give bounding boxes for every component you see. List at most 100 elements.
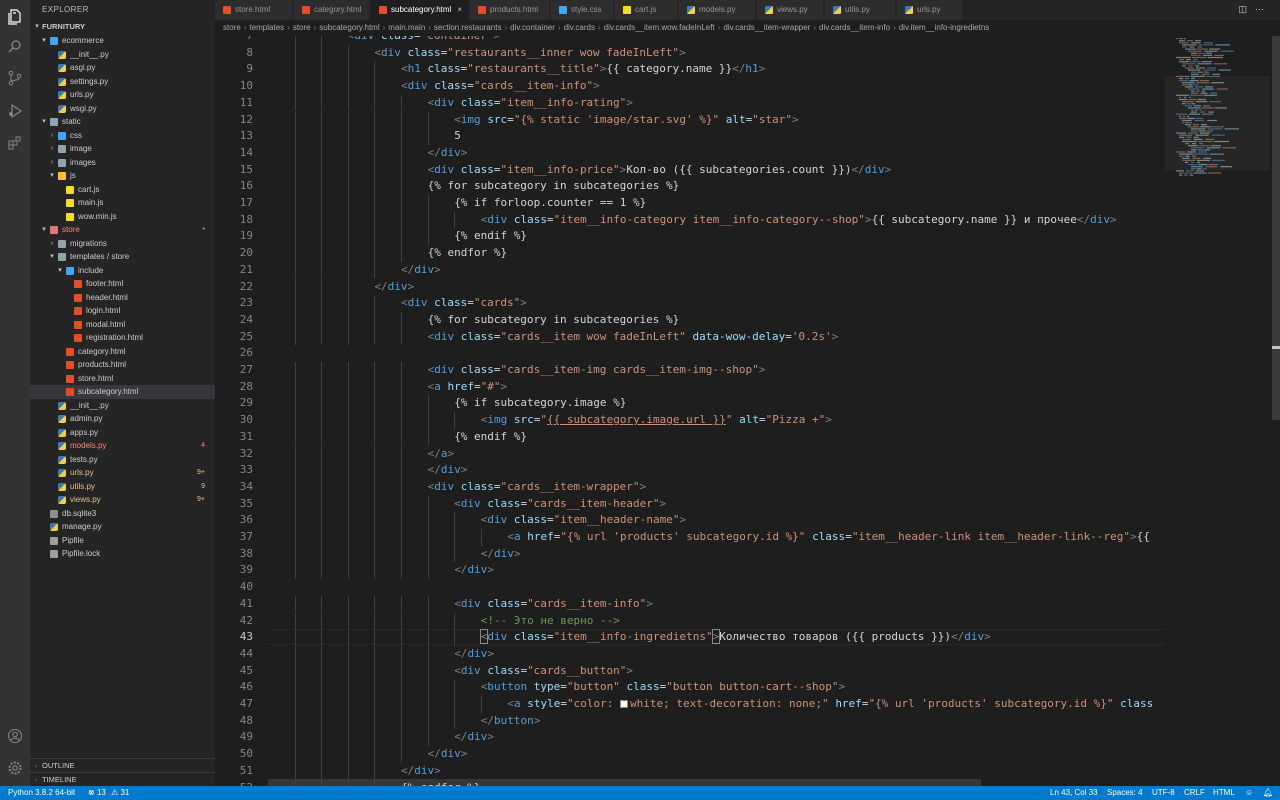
code-line[interactable]: </div> xyxy=(481,547,521,560)
minimap[interactable] xyxy=(1165,36,1270,786)
code-line[interactable]: {% if subcategory.image %} xyxy=(454,396,626,409)
tree-item[interactable]: footer.html xyxy=(30,277,215,291)
breadcrumb-item[interactable]: div.cards__item-info xyxy=(819,23,890,32)
breadcrumb-item[interactable]: section.restaurants xyxy=(434,23,502,32)
code-line[interactable]: {% endif %} xyxy=(454,229,527,242)
code-line[interactable]: <div class="item__info-category item__in… xyxy=(481,213,1117,226)
breadcrumb-item[interactable]: store xyxy=(293,23,311,32)
code-line[interactable]: <div class="cards__item-wrapper"> xyxy=(428,480,647,493)
feedback-icon[interactable]: ☺ xyxy=(1245,786,1253,800)
tree-item[interactable]: category.html xyxy=(30,345,215,359)
code-editor[interactable]: 7 <div class="container"> 8 <div class="res… xyxy=(215,36,1165,786)
code-line[interactable]: <a href="{% url 'products' subcategory.i… xyxy=(507,530,1149,543)
breadcrumb-item[interactable]: store xyxy=(223,23,241,32)
code-line[interactable]: {% endfor %} xyxy=(428,246,507,259)
tree-item[interactable]: products.html xyxy=(30,358,215,372)
code-line[interactable]: <div class="container"> xyxy=(348,36,500,42)
tree-item[interactable]: wow.min.js xyxy=(30,210,215,224)
tree-item[interactable]: tests.py xyxy=(30,453,215,467)
tree-item[interactable]: apps.py xyxy=(30,426,215,440)
tree-item[interactable]: cart.js xyxy=(30,183,215,197)
tree-item[interactable]: admin.py xyxy=(30,412,215,426)
encoding[interactable]: UTF-8 xyxy=(1152,786,1175,800)
problems-indicator[interactable]: ⊗ 13 ⚠ 31 xyxy=(88,786,129,800)
tree-item[interactable]: ▾ include xyxy=(30,264,215,278)
code-line[interactable]: {% for subcategory in subcategories %} xyxy=(428,179,680,192)
code-line[interactable]: <div class="item__header-name"> xyxy=(481,513,686,526)
code-line[interactable]: </div> xyxy=(454,730,494,743)
tree-item[interactable]: ▾ static xyxy=(30,115,215,129)
tree-item[interactable]: wsgi.py xyxy=(30,102,215,116)
code-line[interactable]: {% for subcategory in subcategories %} xyxy=(428,313,680,326)
explorer-icon[interactable] xyxy=(0,2,30,32)
tab-subcategory-html[interactable]: subcategory.html × xyxy=(371,0,469,20)
code-line[interactable]: <div class="cards"> xyxy=(401,296,527,309)
tree-item[interactable]: urls.py xyxy=(30,88,215,102)
tree-item[interactable]: views.py 9+ xyxy=(30,493,215,507)
tab-cart-js[interactable]: cart.js xyxy=(615,0,678,20)
code-line[interactable]: </div> xyxy=(374,280,414,293)
tab-views-py[interactable]: views.py xyxy=(757,0,824,20)
code-line[interactable]: <button type="button" class="button butt… xyxy=(481,680,845,693)
code-line[interactable]: <div class="cards__item-img cards__item-… xyxy=(428,363,766,376)
split-editor-icon[interactable]: ◫ xyxy=(1238,4,1255,14)
tree-item[interactable]: main.js xyxy=(30,196,215,210)
tree-item[interactable]: store.html xyxy=(30,372,215,386)
code-line[interactable]: {% if forloop.counter == 1 %} xyxy=(454,196,646,209)
tree-item[interactable]: db.sqlite3 xyxy=(30,507,215,521)
run-debug-icon[interactable] xyxy=(0,96,30,126)
code-line[interactable]: </div> xyxy=(454,647,494,660)
close-icon[interactable]: × xyxy=(457,0,462,20)
more-actions-icon[interactable]: ⋯ xyxy=(1255,4,1272,14)
breadcrumb-item[interactable]: div.item__info-ingredietns xyxy=(899,23,990,32)
code-line[interactable]: <div class="restaurants__inner wow fadeI… xyxy=(374,46,685,59)
scrollbar-thumb[interactable] xyxy=(1272,36,1280,420)
breadcrumb-item[interactable]: subcategory.html xyxy=(319,23,379,32)
code-line[interactable]: </a> xyxy=(428,447,455,460)
code-line[interactable]: <a style="color: white; text-decoration:… xyxy=(507,697,1153,710)
code-line[interactable]: </div> xyxy=(401,263,441,276)
breadcrumb-item[interactable]: main.main xyxy=(388,23,425,32)
code-line[interactable]: <img src="{{ subcategory.image.url }}" a… xyxy=(481,413,832,426)
code-line[interactable]: <div class="cards__button"> xyxy=(454,664,633,677)
tree-item[interactable]: models.py 4 xyxy=(30,439,215,453)
code-line[interactable]: {% endif %} xyxy=(454,430,527,443)
source-control-icon[interactable] xyxy=(0,63,30,93)
indentation[interactable]: Spaces: 4 xyxy=(1107,786,1143,800)
code-line[interactable]: </div> xyxy=(428,747,468,760)
tree-item[interactable]: asgi.py xyxy=(30,61,215,75)
tab-products-html[interactable]: products.html xyxy=(470,0,550,20)
code-line[interactable]: <img src="{% static 'image/star.svg' %}"… xyxy=(454,113,798,126)
timeline-section[interactable]: › TIMELINE xyxy=(30,772,215,786)
tree-item[interactable]: login.html xyxy=(30,304,215,318)
tab-style-css[interactable]: style.css xyxy=(551,0,614,20)
code-line[interactable]: <h1 class="restaurants__title">{{ catego… xyxy=(401,62,765,75)
tree-item[interactable]: utils.py 9 xyxy=(30,480,215,494)
end-of-line[interactable]: CRLF xyxy=(1184,786,1205,800)
code-line[interactable]: <!-- Это не верно --> xyxy=(481,614,620,627)
breadcrumb-item[interactable]: div.cards xyxy=(564,23,595,32)
tree-item[interactable]: › css xyxy=(30,129,215,143)
tab-models-py[interactable]: models.py xyxy=(679,0,756,20)
code-line[interactable]: </button> xyxy=(481,714,541,727)
code-line[interactable]: 5 xyxy=(454,129,461,142)
code-line[interactable]: <div class="item__info-rating"> xyxy=(428,96,633,109)
breadcrumb-item[interactable]: div.cards__item.wow.fadeInLeft xyxy=(604,23,715,32)
breadcrumb-item[interactable]: div.container xyxy=(510,23,555,32)
tree-item[interactable]: ▾ store • xyxy=(30,223,215,237)
tree-item[interactable]: Pipfile xyxy=(30,534,215,548)
tree-item[interactable]: registration.html xyxy=(30,331,215,345)
code-line[interactable]: <div class="cards__item-info"> xyxy=(401,79,600,92)
tree-item[interactable]: ▾ js xyxy=(30,169,215,183)
tree-item[interactable]: ▾ templates / store xyxy=(30,250,215,264)
tab-urls-py[interactable]: urls.py xyxy=(897,0,963,20)
code-line[interactable]: <div class="item__info-price">Кол-во ({{… xyxy=(428,163,892,176)
code-line[interactable]: <a href="#"> xyxy=(428,380,508,393)
tree-item[interactable]: __init__.py xyxy=(30,399,215,413)
extensions-icon[interactable] xyxy=(0,128,30,158)
tree-item[interactable]: modal.html xyxy=(30,318,215,332)
tree-item[interactable]: settings.py xyxy=(30,75,215,89)
search-icon[interactable] xyxy=(0,32,30,62)
tree-item[interactable]: Pipfile.lock xyxy=(30,547,215,561)
breadcrumb-item[interactable]: div.cards__item-wrapper xyxy=(723,23,810,32)
